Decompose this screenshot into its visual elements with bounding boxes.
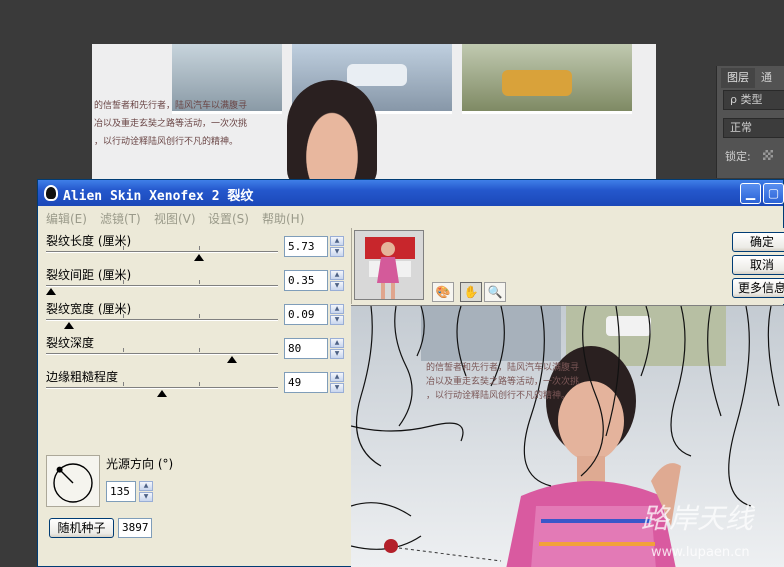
slider-tick [122, 382, 124, 386]
preview-doc-text-line: 的信誓者和先行者，陆风汽车以满腹寻 [426, 361, 579, 373]
seed-input[interactable]: 3897 [118, 518, 152, 538]
white-car [347, 64, 407, 86]
crack-length-label: 裂纹长度 (厘米) [46, 234, 132, 248]
slider-tick [199, 314, 201, 318]
slider-tick [122, 246, 124, 250]
spin-up-icon[interactable]: ▲ [330, 304, 344, 314]
more-info-button[interactable]: 更多信息 [732, 278, 784, 298]
crack-spacing-spinner[interactable]: ▲ ▼ [330, 270, 344, 291]
doc-photo-yellow-car [462, 44, 632, 114]
slider-tick [122, 314, 124, 318]
doc-text-line: 的信誓者和先行者，陆风汽车以满腹寻 [94, 101, 248, 111]
edge-roughness-label: 边缘粗糙程度 [46, 370, 119, 384]
light-direction-label: 光源方向 (°) [106, 457, 174, 471]
zoom-tool-icon[interactable]: 🔍 [484, 282, 506, 302]
edge-roughness-slider-thumb[interactable] [157, 390, 167, 397]
color-picker-icon[interactable]: 🎨 [432, 282, 454, 302]
crack-width-slider[interactable] [46, 319, 278, 321]
slider-tick [122, 280, 124, 284]
edge-roughness-input[interactable]: 49 [284, 372, 328, 393]
slider-tick [199, 280, 201, 284]
doc-portrait [287, 80, 377, 184]
watermark-logo-text: 路岸天线 [641, 502, 756, 535]
edge-roughness-spinner[interactable]: ▲ ▼ [330, 372, 344, 393]
crack-depth-label: 裂纹深度 [46, 336, 95, 350]
menu-help[interactable]: 帮助(H) [262, 210, 304, 227]
tab-channels[interactable]: 通道 [755, 68, 784, 104]
window-title: Alien Skin Xenofex 2 裂纹 [63, 189, 254, 204]
light-direction-input[interactable]: 135 [106, 481, 136, 502]
menu-filter[interactable]: 滤镜(T) [100, 210, 141, 227]
random-seed-button[interactable]: 随机种子 [49, 518, 114, 538]
minimize-button[interactable]: ▁ [740, 183, 761, 204]
cancel-button[interactable]: 取消 [732, 255, 784, 275]
crack-spacing-slider[interactable] [46, 285, 278, 287]
slider-tick [199, 382, 201, 386]
alien-skin-icon [44, 185, 58, 201]
crack-spacing-label: 裂纹间距 (厘米) [46, 268, 132, 282]
light-direction-dial[interactable] [46, 455, 100, 507]
crack-spacing-input[interactable]: 0.35 [284, 270, 328, 291]
hand-tool-icon[interactable]: ✋ [460, 282, 482, 302]
crack-depth-slider-thumb[interactable] [226, 356, 237, 363]
doc-text-line: 冶以及重走玄奘之路等活动，一次次挑 [94, 119, 248, 129]
crack-length-input[interactable]: 5.73 [284, 236, 328, 257]
edge-roughness-slider[interactable] [46, 387, 278, 389]
menu-edit[interactable]: 编辑(E) [46, 210, 87, 227]
title-bar[interactable]: Alien Skin Xenofex 2 裂纹 ▁ ▢ [38, 180, 784, 206]
photoshop-document: 的信誓者和先行者，陆风汽车以满腹寻 冶以及重走玄奘之路等活动，一次次挑 ，以行动… [92, 44, 656, 184]
layer-filter-select[interactable]: ρ 类型 [723, 90, 784, 110]
menu-view[interactable]: 视图(V) [154, 210, 196, 227]
cracked-preview-image: 的信誓者和先行者，陆风汽车以满腹寻 冶以及重走玄奘之路等活动，一次次挑 ，以行动… [351, 306, 784, 567]
crack-depth-slider[interactable] [46, 353, 278, 355]
crack-length-slider[interactable] [46, 251, 278, 253]
spin-up-icon[interactable]: ▲ [330, 236, 344, 246]
spin-down-icon[interactable]: ▼ [330, 281, 344, 291]
layers-panel: 图层 通道 ρ 类型 正常 锁定: [716, 66, 784, 178]
spin-up-icon[interactable]: ▲ [330, 338, 344, 348]
spin-up-icon[interactable]: ▲ [139, 481, 153, 491]
watermark-url: www.lupaen.cn [651, 545, 750, 560]
ok-button[interactable]: 确定 [732, 232, 784, 252]
crack-length-spinner[interactable]: ▲ ▼ [330, 236, 344, 257]
lock-label: 锁定: [725, 150, 751, 163]
menu-bar: 编辑(E) 滤镜(T) 视图(V) 设置(S) 帮助(H) [38, 207, 783, 227]
crack-depth-input[interactable]: 80 [284, 338, 328, 359]
spin-down-icon[interactable]: ▼ [330, 247, 344, 257]
slider-tick [199, 348, 201, 352]
spin-down-icon[interactable]: ▼ [330, 383, 344, 393]
crack-spacing-slider-thumb[interactable] [45, 288, 56, 295]
preview-doc-text-line: 冶以及重走玄奘之路等活动，一次次挑 [426, 375, 579, 387]
blend-mode-select[interactable]: 正常 [723, 118, 784, 138]
tab-layers[interactable]: 图层 [721, 68, 755, 88]
spin-up-icon[interactable]: ▲ [330, 372, 344, 382]
thumbnail-preview[interactable] [354, 230, 424, 300]
light-direction-spinner[interactable]: ▲ ▼ [139, 481, 153, 502]
slider-tick [122, 348, 124, 352]
yellow-car [502, 70, 572, 96]
preview-doc-text-line: ，以行动诠释陆风创行不凡的精神。 [426, 389, 570, 401]
maximize-button[interactable]: ▢ [763, 183, 784, 204]
doc-text-line: ，以行动诠释陆风创行不凡的精神。 [94, 137, 239, 147]
lock-transparency-icon[interactable] [763, 150, 773, 160]
slider-tick [199, 246, 201, 250]
crack-width-input[interactable]: 0.09 [284, 304, 328, 325]
spin-down-icon[interactable]: ▼ [139, 492, 153, 502]
crack-width-slider-thumb[interactable] [64, 322, 75, 329]
main-preview[interactable]: 的信誓者和先行者，陆风汽车以满腹寻 冶以及重走玄奘之路等活动，一次次挑 ，以行动… [351, 305, 784, 567]
navigator-strip: 🎨 ✋ 🔍 确定 取消 更多信息 [351, 228, 784, 304]
spin-up-icon[interactable]: ▲ [330, 270, 344, 280]
crack-width-label: 裂纹宽度 (厘米) [46, 302, 132, 316]
parameters-panel: 裂纹长度 (厘米) 5.73 ▲ ▼ 裂纹间距 (厘米) 0.35 ▲ ▼ 裂纹宽度 (厘米) 0… [38, 228, 350, 567]
crack-depth-spinner[interactable]: ▲ ▼ [330, 338, 344, 359]
xenofex-dialog: Alien Skin Xenofex 2 裂纹 ▁ ▢ 编辑(E) 滤镜(T) … [37, 179, 784, 567]
spin-down-icon[interactable]: ▼ [330, 315, 344, 325]
spin-down-icon[interactable]: ▼ [330, 349, 344, 359]
menu-settings[interactable]: 设置(S) [208, 210, 249, 227]
crack-length-slider-thumb[interactable] [194, 254, 205, 261]
crack-width-spinner[interactable]: ▲ ▼ [330, 304, 344, 325]
